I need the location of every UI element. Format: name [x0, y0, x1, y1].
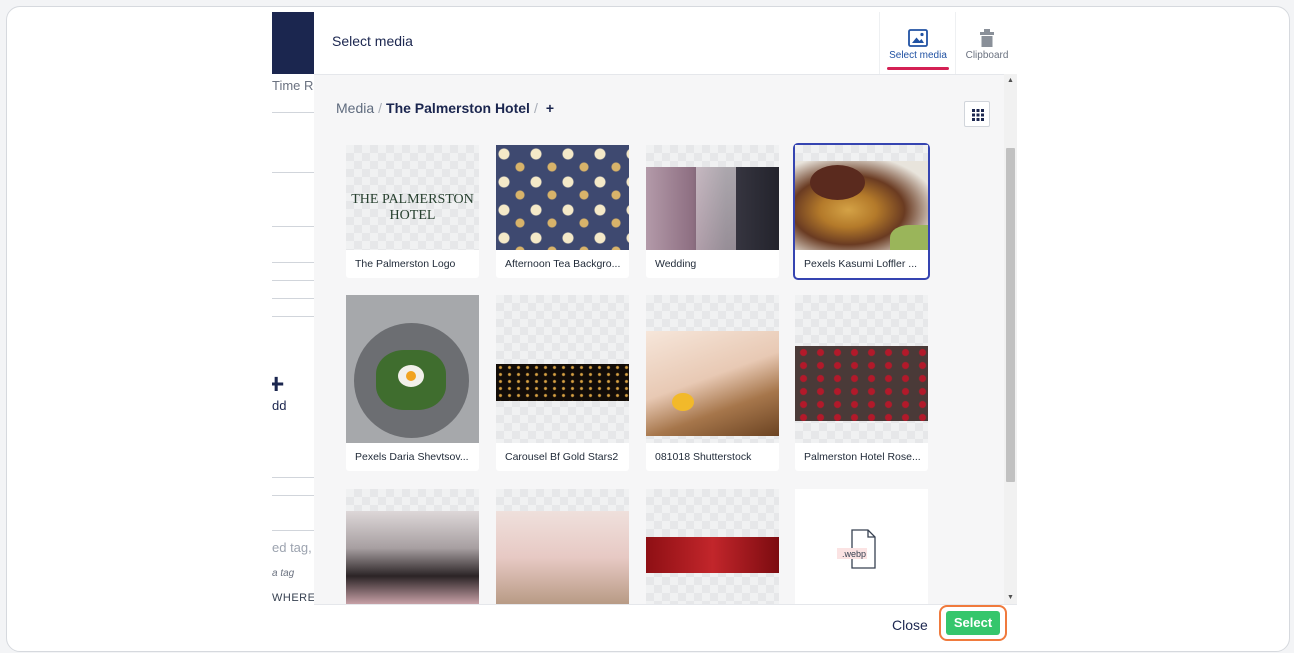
divider: [272, 262, 314, 263]
media-item-label: The Palmerston Logo: [355, 258, 456, 270]
media-item-label: Pexels Kasumi Loffler ...: [804, 258, 918, 270]
media-item[interactable]: Carousel Bf Gold Stars2: [496, 295, 629, 471]
media-item[interactable]: [496, 489, 629, 604]
media-thumbnail: [346, 489, 479, 604]
create-folder-button[interactable]: +: [546, 100, 554, 116]
breadcrumb: Media / The Palmerston Hotel / +: [336, 100, 554, 116]
breadcrumb-separator: /: [378, 100, 383, 116]
media-item[interactable]: .webp: [795, 489, 928, 604]
divider: [272, 280, 314, 281]
media-item-label: Pexels Daria Shevtsov...: [355, 451, 469, 463]
select-button-highlight: Select: [939, 605, 1007, 641]
media-item-label: Carousel Bf Gold Stars2: [505, 451, 619, 463]
tag-hint: a tag: [272, 568, 295, 579]
tab-clipboard[interactable]: Clipboard: [955, 12, 1017, 74]
divider: [272, 495, 314, 496]
tag-input-placeholder[interactable]: ed tag, a: [272, 540, 314, 555]
media-item-selected[interactable]: Pexels Kasumi Loffler ...: [793, 143, 930, 280]
media-thumbnail: [646, 295, 779, 443]
active-tab-indicator: [887, 67, 949, 70]
divider: [272, 226, 314, 227]
tab-select-media-label: Select media: [889, 50, 947, 61]
media-thumbnail: [496, 489, 629, 604]
media-item[interactable]: 081018 Shutterstock: [646, 295, 779, 471]
breadcrumb-current-folder[interactable]: The Palmerston Hotel: [386, 100, 530, 116]
media-thumbnail: [795, 145, 928, 250]
media-thumbnail: THE PALMERSTON HOTEL: [346, 145, 479, 250]
background-app: Time Re + dd ed tag, a a tag WHERE: [272, 12, 314, 644]
select-media-dialog: Select media Select media Clipboard Medi…: [314, 12, 1017, 644]
media-item-label: Wedding: [655, 258, 697, 270]
dialog-title: Select media: [332, 33, 413, 49]
media-item-label: Palmerston Hotel Rose...: [804, 451, 921, 463]
clipboard-icon: [980, 29, 994, 47]
dialog-footer: Close Select: [314, 604, 1017, 644]
media-item[interactable]: Wedding: [646, 145, 779, 278]
media-item-label: 081018 Shutterstock: [655, 451, 752, 463]
dialog-header: Select media Select media Clipboard: [314, 12, 1017, 75]
scroll-down-arrow[interactable]: ▼: [1007, 594, 1014, 601]
media-item[interactable]: [346, 489, 479, 604]
close-button[interactable]: Close: [892, 617, 928, 633]
media-item[interactable]: [646, 489, 779, 604]
divider: [272, 530, 314, 531]
background-topbar: [272, 12, 314, 74]
media-item[interactable]: Palmerston Hotel Rose...: [795, 295, 928, 471]
media-thumbnail: .webp: [795, 489, 928, 604]
file-extension-label: .webp: [842, 549, 867, 559]
media-thumbnail: [496, 145, 629, 250]
divider: [272, 298, 314, 299]
media-item-label: Afternoon Tea Backgro...: [505, 258, 621, 270]
grid-view-toggle[interactable]: [964, 101, 990, 127]
tab-clipboard-label: Clipboard: [965, 50, 1009, 61]
grid-icon: [972, 109, 984, 121]
divider: [272, 316, 314, 317]
tab-select-media[interactable]: Select media: [879, 12, 956, 74]
media-item[interactable]: Afternoon Tea Backgro...: [496, 145, 629, 278]
where-label: WHERE: [272, 592, 314, 604]
divider: [272, 172, 314, 173]
divider: [272, 112, 314, 113]
breadcrumb-separator: /: [533, 100, 538, 116]
add-icon[interactable]: +: [272, 370, 284, 398]
breadcrumb-media[interactable]: Media: [336, 100, 374, 116]
background-header-text: Time Re: [272, 78, 314, 93]
media-thumbnail: [646, 145, 779, 250]
image-icon: [908, 29, 928, 47]
scroll-up-arrow[interactable]: ▲: [1007, 77, 1014, 84]
scrollbar-thumb[interactable]: [1006, 148, 1015, 482]
divider: [272, 477, 314, 478]
media-thumbnail: [496, 295, 629, 443]
media-thumbnail: [346, 295, 479, 443]
scrollbar[interactable]: ▲ ▼: [1004, 74, 1017, 604]
media-thumbnail: [795, 295, 928, 443]
add-label[interactable]: dd: [272, 398, 286, 413]
select-button[interactable]: Select: [946, 611, 1000, 635]
media-item[interactable]: Pexels Daria Shevtsov...: [346, 295, 479, 471]
media-thumbnail: [646, 489, 779, 604]
logo-text: HOTEL: [389, 208, 436, 223]
media-item[interactable]: THE PALMERSTON HOTEL The Palmerston Logo: [346, 145, 479, 278]
logo-text: THE PALMERSTON: [351, 192, 474, 207]
